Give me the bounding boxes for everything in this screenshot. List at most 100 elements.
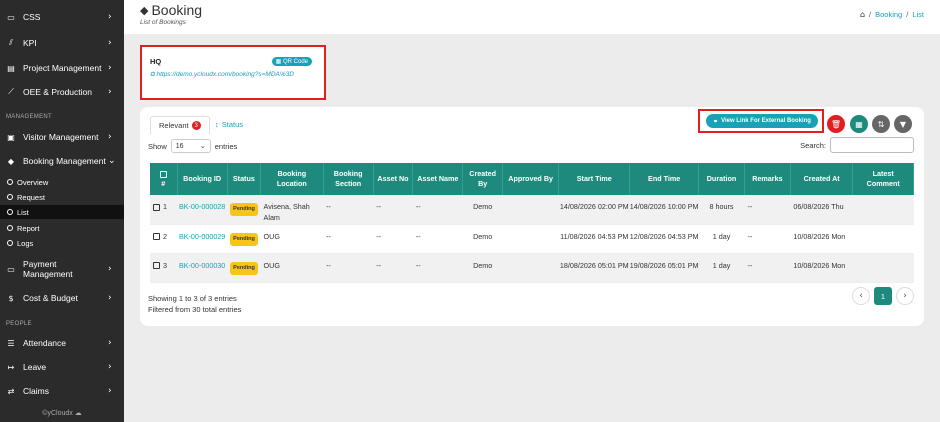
page-title-text: Booking [151,2,203,18]
column-header[interactable]: Asset No [373,163,414,195]
sidebar-item-visitor-management[interactable]: ▣ Visitor Management › [0,132,124,142]
column-header[interactable]: Booking Section [323,163,374,195]
sidebar-item-leave[interactable]: ↦ Leave › [0,362,124,372]
sidebar-sub-list[interactable]: List [0,205,124,219]
circle-icon [7,225,13,231]
booking-id-link[interactable]: BK-00-000028 [177,195,228,225]
cell-location: Avisena, Shah Alam [260,195,324,225]
table-footer-info: Showing 1 to 3 of 3 entries Filtered fro… [148,293,241,315]
tab-relevant-label: Relevant [159,121,189,130]
list-icon: ☰ [7,338,15,348]
copy-icon[interactable]: ⧉ [150,71,155,78]
sidebar-item-label: Visitor Management [23,132,99,142]
column-header[interactable]: Created By [462,163,503,195]
sidebar-item-claims[interactable]: ⇄ Claims › [0,386,124,396]
cell-end-time: 12/08/2026 04:53 PM [629,224,699,254]
column-header[interactable]: Remarks [744,163,791,195]
sidebar-sub-request[interactable]: Request [0,190,124,204]
row-checkbox[interactable] [153,203,160,211]
cell-location: OUG [260,224,324,254]
cell-start-time: 18/08/2026 05:01 PM [558,253,630,283]
table-icon: ▦ [855,119,863,129]
sidebar-item-cost-budget[interactable]: $ Cost & Budget › [0,293,124,303]
header-select-all[interactable]: # [150,163,178,195]
column-header[interactable]: Approved By [502,163,560,195]
tab-status-label: Status [221,120,244,129]
prev-page-button[interactable]: ‹ [852,287,870,305]
column-header: # [161,179,166,188]
select-all-checkbox[interactable] [159,170,167,178]
status-badge: Pending [230,261,258,275]
booking-id-link[interactable]: BK-00-000030 [177,253,228,283]
column-header[interactable]: Booking Location [260,163,324,195]
sidebar-item-kpi[interactable]: ⫽ KPI › [0,38,124,48]
monitor-icon: ▭ [7,12,15,22]
sidebar-sub-label: Overview [17,177,49,187]
filter-button[interactable]: ▼ [894,115,912,133]
row-checkbox[interactable] [153,262,160,270]
breadcrumb-list[interactable]: List [912,10,924,19]
next-page-button[interactable]: › [896,287,914,305]
chevron-right-icon: › [108,63,112,73]
trend-icon: ⟋ [8,87,14,96]
showing-entries-text: Showing 1 to 3 of 3 entries [148,294,237,303]
sidebar-item-project-management[interactable]: ▤ Project Management › [0,63,124,73]
cell-asset-no: -- [373,253,413,283]
chevron-right-icon: › [108,12,112,22]
booking-id-link[interactable]: BK-00-000029 [177,224,228,254]
column-header[interactable]: Latest Comment [852,163,914,195]
column-header[interactable]: Created At [790,163,854,195]
column-header[interactable]: End Time [629,163,700,195]
qr-code-button[interactable]: ▦ QR Code [271,57,312,66]
delete-button[interactable]: 🗑 [827,115,845,133]
sort-button[interactable]: ⇅ [872,115,890,133]
table-row[interactable]: 1 BK-00-000028 Pending Avisena, Shah Ala… [150,195,914,225]
column-header[interactable]: Duration [698,163,745,195]
bookings-card: Relevant 3 ↕ Status ⚭ View Link For Exte… [140,107,924,326]
sidebar-item-label: Leave [23,362,47,372]
column-header[interactable]: Start Time [558,163,631,195]
cell-created-at: 10/08/2026 Mon [790,224,853,254]
sidebar-item-label: Booking Management [23,156,106,166]
chevron-down-icon: ⌄ [108,156,116,166]
column-header[interactable]: Asset Name [412,163,464,195]
table-row[interactable]: 3 BK-00-000030 Pending OUG -- -- -- Demo… [150,253,914,283]
page-title: ◆ Booking [140,2,202,18]
breadcrumb-booking[interactable]: Booking [875,10,902,19]
view-external-link-button[interactable]: ⚭ View Link For External Booking [706,114,818,128]
column-header[interactable]: Booking ID [177,163,228,195]
cell-created-at: 06/08/2026 Thu [790,195,853,225]
sidebar-item-payment-management[interactable]: ▭ Payment Management › [0,259,124,279]
search-input[interactable] [830,137,914,153]
tab-relevant[interactable]: Relevant 3 [150,116,210,134]
sidebar-item-label: Cost & Budget [23,293,78,303]
breadcrumb-separator: / [906,10,909,19]
table-view-button[interactable]: ▦ [850,115,868,133]
breadcrumb: ⌂ / Booking / List [860,10,924,19]
home-icon[interactable]: ⌂ [860,10,865,19]
sidebar-sub-report[interactable]: Report [0,221,124,235]
sidebar-item-attendance[interactable]: ☰ Attendance › [0,338,124,348]
table-row[interactable]: 2 BK-00-000029 Pending OUG -- -- -- Demo… [150,224,914,254]
chevron-right-icon: › [108,293,112,303]
sidebar-item-oee-production[interactable]: ⟋ OEE & Production › [0,87,124,97]
entries-select[interactable]: 16 ⌄ [170,139,211,153]
sidebar-item-booking-management[interactable]: ◆ Booking Management ⌄ [0,156,124,166]
row-checkbox[interactable] [153,233,160,241]
row-number: 1 [163,202,167,211]
sidebar-item-label: Project Management [23,63,102,73]
cell-latest-comment [852,253,914,283]
cell-end-time: 14/08/2026 10:00 PM [629,195,699,225]
hq-booking-link[interactable]: ⧉ https://demo.ycloudx.com/booking?s=MDA… [150,69,310,80]
sidebar-sub-overview[interactable]: Overview [0,175,124,189]
chevron-down-icon: ⌄ [199,143,206,150]
column-header[interactable]: Status [227,163,262,195]
cell-asset-name: -- [412,224,463,254]
cell-start-time: 11/08/2026 04:53 PM [558,224,630,254]
tab-status[interactable]: ↕ Status [215,120,243,129]
pagination: ‹ 1 › [852,287,914,305]
page-1-button[interactable]: 1 [874,287,892,305]
sidebar-item-css[interactable]: ▭ CSS › [0,12,124,22]
cell-remarks: -- [744,195,791,225]
sidebar-sub-logs[interactable]: Logs [0,236,124,250]
